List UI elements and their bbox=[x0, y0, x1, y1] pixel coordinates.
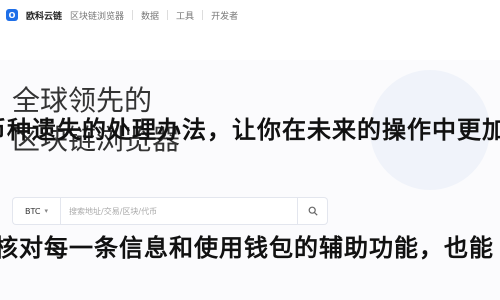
search-bar: BTC ▾ bbox=[12, 196, 432, 226]
coin-selector-label: BTC bbox=[24, 206, 41, 216]
nav-divider bbox=[132, 10, 134, 20]
overlay-text-line-2: 核对每一条信息和使用钱包的辅助功能，也能 bbox=[0, 233, 494, 262]
logo-icon[interactable]: O bbox=[6, 9, 18, 21]
nav-item-data[interactable]: 数据 bbox=[141, 9, 159, 22]
nav-item-tools[interactable]: 工具 bbox=[176, 9, 194, 22]
nav-item-developers[interactable]: 开发者 bbox=[211, 9, 238, 22]
search-icon bbox=[308, 206, 318, 216]
top-nav: O 欧科云链 区块链浏览器 数据 工具 开发者 bbox=[0, 0, 500, 30]
nav-item-explorer[interactable]: 区块链浏览器 bbox=[70, 9, 124, 22]
brand-name[interactable]: 欧科云链 bbox=[26, 9, 62, 22]
search-button[interactable] bbox=[298, 197, 328, 225]
overlay-text-line-1: 币种遗失的处理办法，让你在未来的操作中更加 bbox=[0, 115, 500, 144]
nav-divider bbox=[167, 10, 169, 20]
chevron-down-icon: ▾ bbox=[44, 207, 48, 215]
nav-divider bbox=[202, 10, 204, 20]
search-input[interactable] bbox=[60, 197, 298, 225]
page: O 欧科云链 区块链浏览器 数据 工具 开发者 全球领先的 区块链浏览器 BTC… bbox=[0, 0, 500, 300]
coin-selector[interactable]: BTC ▾ bbox=[12, 197, 60, 225]
